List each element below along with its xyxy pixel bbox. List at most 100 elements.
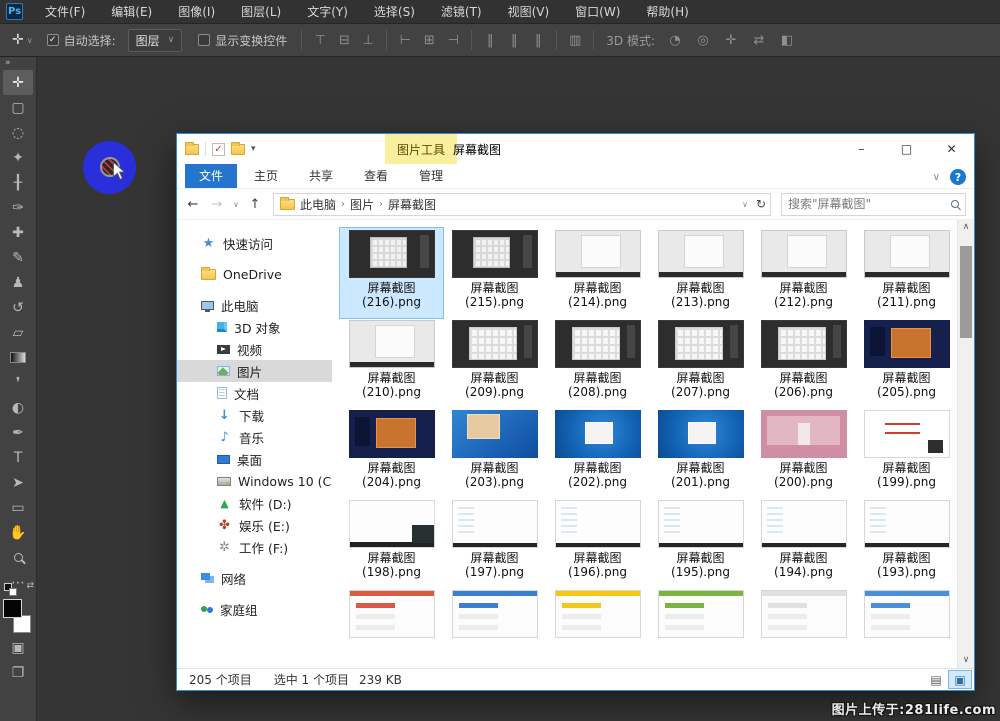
gradient-tool[interactable] — [3, 345, 33, 370]
ps-menu-item[interactable]: 窗口(W) — [562, 0, 633, 24]
file-item[interactable]: 屏幕截图(209).png — [443, 318, 546, 408]
ps-menu-item[interactable]: 文字(Y) — [294, 0, 361, 24]
qat-newfolder-icon[interactable] — [231, 144, 245, 155]
distribute-bottom-icon[interactable]: ‖ — [528, 33, 548, 48]
scroll-down-icon[interactable]: ∨ — [963, 653, 970, 668]
ribbon-tab-查看[interactable]: 查看 — [350, 164, 402, 188]
sidebar-item-3D 对象[interactable]: 3D 对象 — [177, 316, 332, 338]
sidebar-item-Windows 10 (C:)[interactable]: Windows 10 (C:) — [177, 470, 332, 492]
file-item[interactable]: 屏幕截图(214).png — [546, 228, 649, 318]
scroll-up-icon[interactable]: ∧ — [963, 220, 970, 235]
brush-tool[interactable]: ✎ — [3, 245, 33, 270]
ps-menu-item[interactable]: 视图(V) — [495, 0, 563, 24]
file-item[interactable]: 屏幕截图(195).png — [649, 498, 752, 588]
file-item[interactable]: 屏幕截图(205).png — [855, 318, 957, 408]
marquee-tool[interactable]: ▢ — [3, 95, 33, 120]
auto-select-target-dropdown[interactable]: 图层 ∨ — [128, 29, 183, 52]
ribbon-tab-共享[interactable]: 共享 — [295, 164, 347, 188]
vertical-scrollbar[interactable]: ∧ ∨ — [957, 220, 974, 668]
address-dropdown-button[interactable]: ∨ — [742, 200, 748, 209]
ribbon-tab-主页[interactable]: 主页 — [240, 164, 292, 188]
recent-locations-button[interactable]: ∨ — [229, 200, 243, 209]
ribbon-collapse-icon[interactable]: ∨ — [933, 172, 940, 183]
file-item[interactable]: 屏幕截图(213).png — [649, 228, 752, 318]
file-item[interactable] — [649, 588, 752, 668]
swap-colors-icon[interactable]: ⇄ — [26, 581, 34, 591]
file-item[interactable]: 屏幕截图(202).png — [546, 408, 649, 498]
qat-folder-icon[interactable] — [185, 144, 199, 155]
help-button[interactable]: ? — [950, 169, 966, 185]
3d-rotate-icon[interactable]: ◔ — [663, 33, 687, 48]
3d-slide-icon[interactable]: ⇄ — [747, 33, 771, 48]
sidebar-item-下载[interactable]: ↓下载 — [177, 404, 332, 426]
large-icons-view-button[interactable]: ▣ — [948, 670, 972, 689]
refresh-button[interactable]: ↻ — [756, 197, 766, 211]
minimize-button[interactable]: – — [839, 134, 884, 164]
file-item[interactable] — [855, 588, 957, 668]
file-item[interactable]: 屏幕截图(215).png — [443, 228, 546, 318]
file-item[interactable]: 屏幕截图(201).png — [649, 408, 752, 498]
ps-menu-item[interactable]: 编辑(E) — [98, 0, 165, 24]
back-button[interactable]: ← — [181, 197, 205, 212]
3d-drag-icon[interactable]: ✛ — [719, 33, 743, 48]
pen-tool[interactable]: ✒ — [3, 420, 33, 445]
align-bottom-icon[interactable]: ⊥ — [358, 33, 378, 48]
ps-menu-item[interactable]: 图层(L) — [228, 0, 294, 24]
breadcrumb-segment[interactable]: 屏幕截图 — [388, 196, 436, 213]
ribbon-tab-管理[interactable]: 管理 — [405, 164, 457, 188]
file-item[interactable]: 屏幕截图(193).png — [855, 498, 957, 588]
file-item[interactable]: 屏幕截图(200).png — [752, 408, 855, 498]
sidebar-item-文档[interactable]: 文档 — [177, 382, 332, 404]
ps-menu-item[interactable]: 图像(I) — [165, 0, 228, 24]
scrollbar-thumb[interactable] — [960, 246, 972, 338]
sidebar-item-此电脑[interactable]: 此电脑 — [177, 294, 332, 316]
file-item[interactable] — [443, 588, 546, 668]
align-hcenter-icon[interactable]: ⊞ — [419, 33, 439, 48]
sidebar-item-OneDrive[interactable]: OneDrive — [177, 263, 332, 285]
file-item[interactable]: 屏幕截图(194).png — [752, 498, 855, 588]
file-item[interactable]: 屏幕截图(216).png — [340, 228, 443, 318]
sidebar-item-网络[interactable]: 网络 — [177, 567, 332, 589]
file-item[interactable]: 屏幕截图(203).png — [443, 408, 546, 498]
file-item[interactable] — [546, 588, 649, 668]
breadcrumb[interactable]: 此电脑›图片›屏幕截图 ∨↻ — [273, 193, 771, 216]
distribute-spacing-icon[interactable]: ▥ — [565, 33, 585, 48]
ps-menu-item[interactable]: 滤镜(T) — [428, 0, 495, 24]
sidebar-item-视频[interactable]: 视频 — [177, 338, 332, 360]
file-item[interactable]: 屏幕截图(208).png — [546, 318, 649, 408]
file-item[interactable]: 屏幕截图(206).png — [752, 318, 855, 408]
blur-tool[interactable]: ❜ — [3, 370, 33, 395]
shape-tool[interactable]: ▭ — [3, 495, 33, 520]
align-left-icon[interactable]: ⊢ — [395, 33, 415, 48]
quick-select-tool[interactable]: ✦ — [3, 145, 33, 170]
sidebar-item-娱乐 (E:)[interactable]: ✤娱乐 (E:) — [177, 514, 332, 536]
sidebar-item-工作 (F:)[interactable]: ✲工作 (F:) — [177, 536, 332, 558]
close-button[interactable]: ✕ — [929, 134, 974, 164]
file-item[interactable]: 屏幕截图(198).png — [340, 498, 443, 588]
hand-tool[interactable]: ✋ — [3, 520, 33, 545]
lasso-tool[interactable]: ◌ — [3, 120, 33, 145]
qat-properties-icon[interactable]: ✓ — [212, 143, 225, 156]
healing-brush-tool[interactable]: ✚ — [3, 220, 33, 245]
file-item[interactable] — [340, 588, 443, 668]
distribute-top-icon[interactable]: ‖ — [480, 33, 500, 48]
dodge-tool[interactable]: ◐ — [3, 395, 33, 420]
file-item[interactable] — [752, 588, 855, 668]
align-top-icon[interactable]: ⊤ — [310, 33, 330, 48]
file-item[interactable]: 屏幕截图(196).png — [546, 498, 649, 588]
file-item[interactable]: 屏幕截图(210).png — [340, 318, 443, 408]
file-item[interactable]: 屏幕截图(197).png — [443, 498, 546, 588]
ribbon-tab-文件[interactable]: 文件 — [185, 164, 237, 188]
auto-select-checkbox[interactable]: ✓ 自动选择: — [41, 32, 122, 49]
3d-camera-icon[interactable]: ◧ — [775, 33, 799, 48]
sidebar-item-软件 (D:)[interactable]: ▲软件 (D:) — [177, 492, 332, 514]
details-view-button[interactable]: ▤ — [924, 670, 948, 689]
type-tool[interactable]: T — [3, 445, 33, 470]
current-tool-button[interactable]: ✛ ∨ — [0, 32, 41, 48]
maximize-button[interactable]: □ — [884, 134, 929, 164]
qat-customize-icon[interactable]: ▾ — [251, 144, 256, 154]
file-item[interactable]: 屏幕截图(207).png — [649, 318, 752, 408]
sidebar-item-快速访问[interactable]: ★快速访问 — [177, 232, 332, 254]
eyedropper-tool[interactable]: ✑ — [3, 195, 33, 220]
file-item[interactable]: 屏幕截图(204).png — [340, 408, 443, 498]
